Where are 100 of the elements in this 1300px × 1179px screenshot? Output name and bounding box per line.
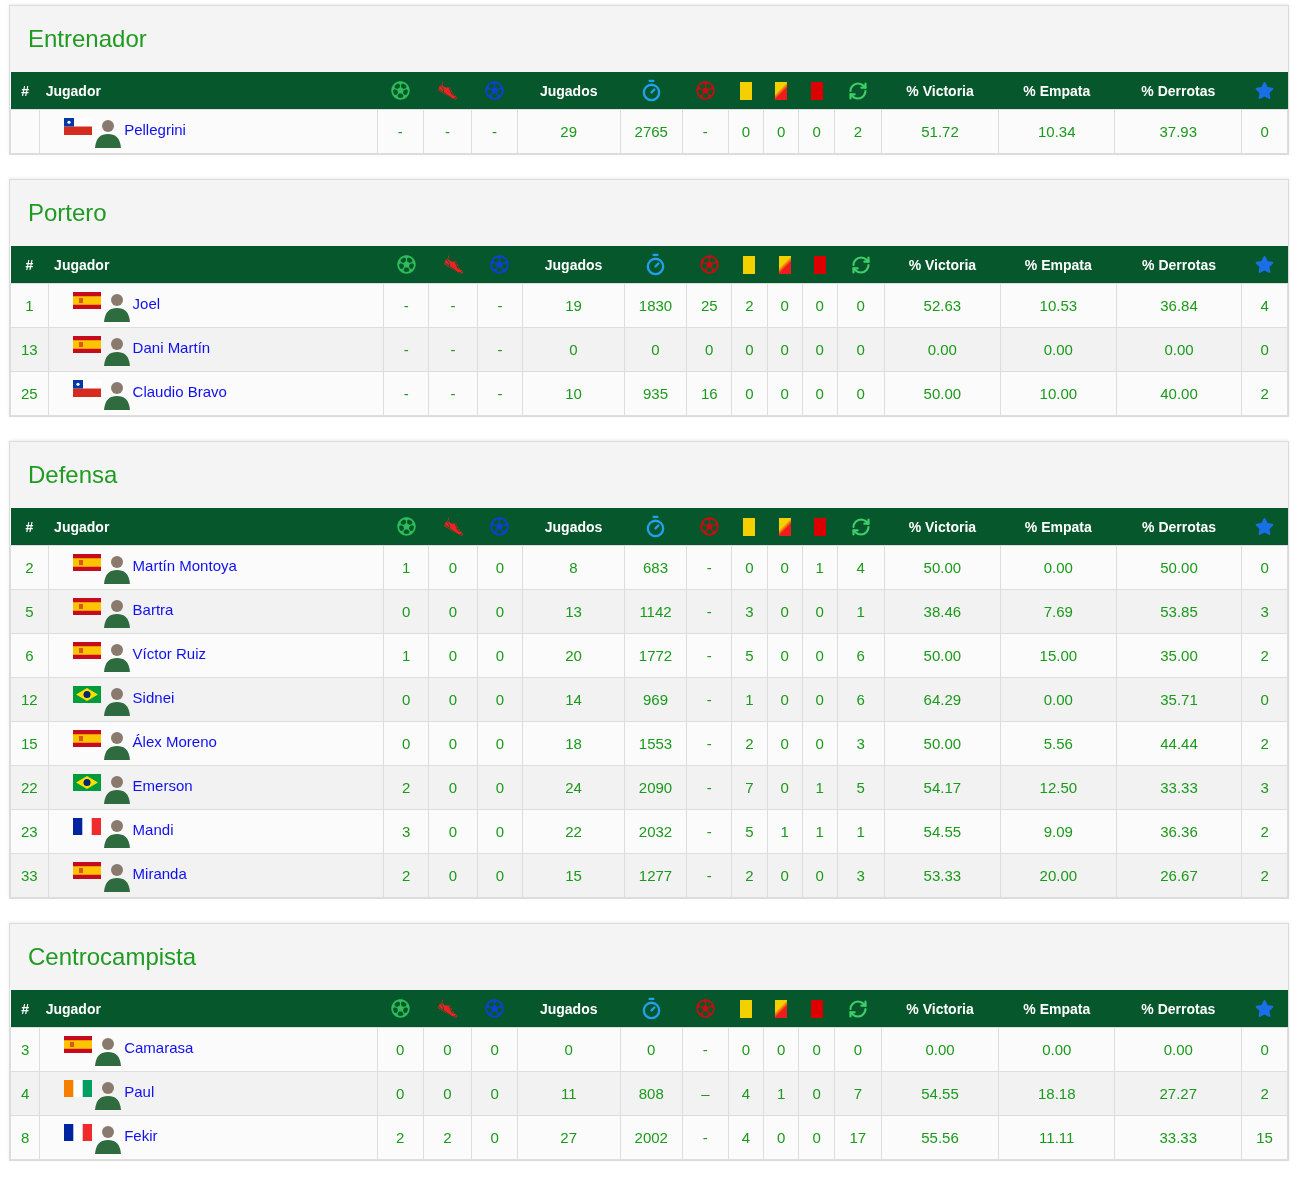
player-link[interactable]: Paul (124, 1083, 155, 1100)
table-cell: - (477, 283, 523, 328)
table-cell: 0 (802, 633, 838, 678)
stopwatch-icon (644, 253, 667, 276)
table-cell: 6 (10, 633, 49, 678)
table-cell: 3 (837, 853, 885, 898)
table-cell: 1 (837, 589, 885, 634)
column-header: % Derrotas (1116, 246, 1242, 284)
table-cell: 0 (428, 721, 478, 766)
table-cell: 2 (423, 1115, 472, 1160)
table-cell: 0 (383, 721, 429, 766)
table-cell: 50.00 (884, 545, 1001, 590)
table-cell: 2 (383, 853, 429, 898)
column-header: # (10, 508, 49, 546)
table-cell: 5 (10, 589, 49, 634)
table-cell: 2 (731, 283, 768, 328)
second-booking-card-icon (778, 517, 791, 536)
column-header: # (10, 246, 49, 284)
flag-icon (72, 817, 101, 835)
table-cell: 1772 (624, 633, 687, 678)
table-cell: 0 (477, 589, 523, 634)
table-cell: 3 (1241, 589, 1288, 634)
table-cell: 6 (837, 677, 885, 722)
table-cell: 0 (477, 809, 523, 854)
table-cell: - (428, 327, 478, 372)
table-cell: 0 (767, 589, 803, 634)
table-cell: 12.50 (1000, 765, 1117, 810)
table-cell: - (682, 109, 729, 154)
player-link[interactable]: Dani Martín (132, 339, 211, 356)
column-header: % Victoria (881, 72, 999, 110)
table-cell: 2 (1241, 1071, 1288, 1116)
table-cell: 35.00 (1116, 633, 1242, 678)
table-cell: 2765 (620, 109, 683, 154)
table-cell: 0 (1241, 109, 1288, 154)
table-cell: 0 (471, 1115, 518, 1160)
table-cell: 0 (837, 283, 885, 328)
table-cell: 50.00 (884, 721, 1001, 766)
player-link[interactable]: Mandi (132, 821, 174, 838)
player-link[interactable]: Joel (132, 295, 161, 312)
player-link[interactable]: Miranda (132, 865, 187, 882)
table-cell: - (682, 1115, 729, 1160)
table-cell: 0.00 (1000, 327, 1117, 372)
table-cell: 38.46 (884, 589, 1001, 634)
player-link[interactable]: Sidnei (132, 689, 175, 706)
flag-icon (64, 117, 93, 135)
table-cell: 0 (802, 589, 838, 634)
table-cell: 0 (834, 1027, 882, 1072)
booking-card-icon (743, 255, 756, 274)
table-cell: 0 (377, 1071, 424, 1116)
table-cell: 0 (767, 371, 803, 416)
table-cell: - (423, 109, 472, 154)
section-title: Centrocampista (27, 942, 198, 972)
table-cell: 7 (731, 765, 768, 810)
table-cell: 25 (686, 283, 732, 328)
table-cell: 1 (802, 765, 838, 810)
section-title: Defensa (27, 460, 119, 490)
second-booking-card-icon (778, 255, 791, 274)
table-cell: 19 (522, 283, 625, 328)
table-cell: 0 (471, 1071, 518, 1116)
boot-icon (436, 80, 458, 101)
table-cell: 1 (383, 545, 429, 590)
column-header: Jugador (39, 72, 378, 110)
flag-icon (72, 379, 101, 397)
table-cell: 0.00 (884, 327, 1001, 372)
table-cell: 15 (10, 721, 49, 766)
table-cell: 0 (383, 589, 429, 634)
flag-icon (72, 597, 101, 615)
flag-icon (72, 553, 101, 571)
table-cell: 0 (837, 371, 885, 416)
table-cell: 1 (763, 1071, 799, 1116)
table-cell: - (686, 809, 732, 854)
table-cell: 0 (767, 283, 803, 328)
table-cell: 0 (798, 1071, 835, 1116)
table-cell: 0 (767, 633, 803, 678)
table-cell: 0 (477, 545, 523, 590)
table-cell: 0 (428, 677, 478, 722)
table-cell: 0 (428, 545, 478, 590)
table-cell: 1 (802, 809, 838, 854)
booking-card-icon (739, 81, 752, 100)
player-link[interactable]: Víctor Ruiz (132, 645, 206, 662)
column-header: % Victoria (884, 246, 1001, 284)
player-link[interactable]: Álex Moreno (132, 733, 217, 750)
player-link[interactable]: Martín Montoya (132, 557, 237, 574)
star-icon (1255, 999, 1275, 1018)
table-cell: 2 (1241, 721, 1288, 766)
table-cell: 15 (1241, 1115, 1288, 1160)
player-link[interactable]: Claudio Bravo (132, 383, 227, 400)
player-link[interactable]: Pellegrini (124, 121, 186, 138)
player-link[interactable]: Bartra (132, 601, 174, 618)
column-header: % Derrotas (1114, 72, 1242, 110)
table-cell: 17 (834, 1115, 882, 1160)
table-cell: 33.33 (1114, 1115, 1242, 1160)
table-cell: 54.55 (884, 809, 1001, 854)
second-booking-card-icon (775, 81, 788, 100)
table-cell: 14 (522, 677, 625, 722)
player-link[interactable]: Emerson (132, 777, 193, 794)
player-link[interactable]: Fekir (124, 1127, 158, 1144)
table-cell: 683 (624, 545, 687, 590)
player-link[interactable]: Camarasa (124, 1039, 194, 1056)
table-cell: 0 (620, 1027, 683, 1072)
